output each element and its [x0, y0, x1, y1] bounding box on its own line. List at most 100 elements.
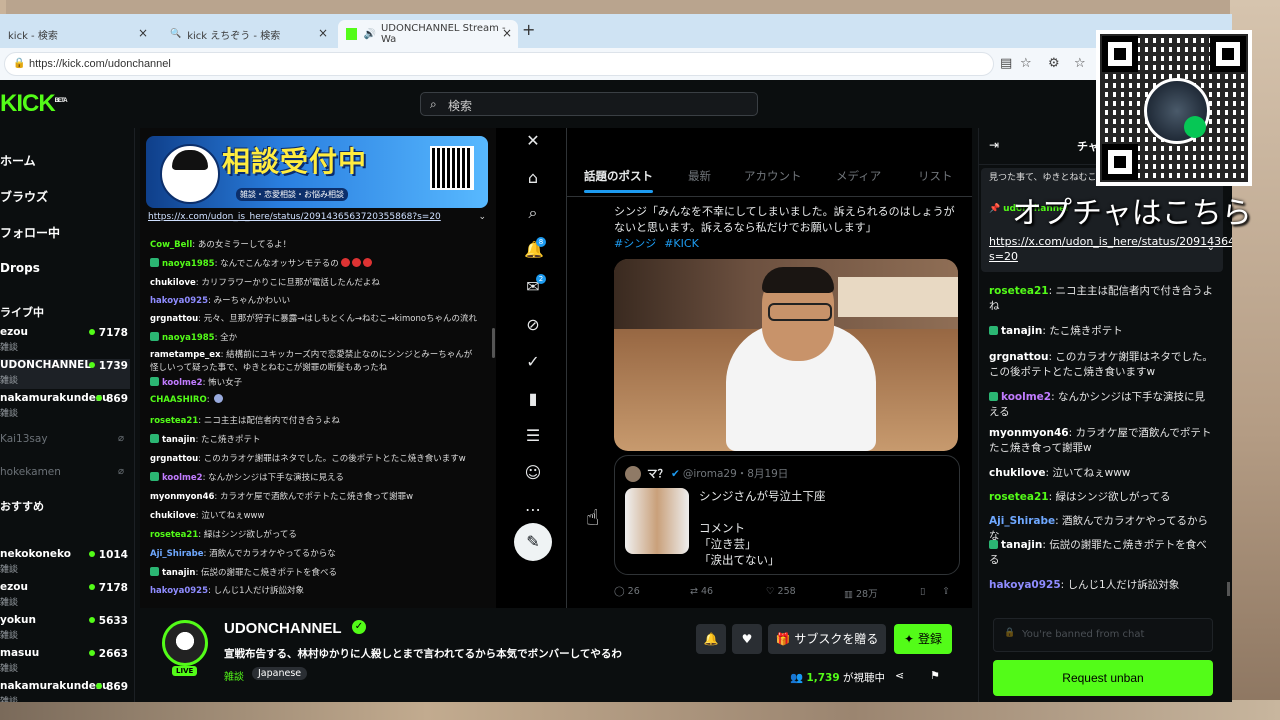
chat-scrollbar[interactable]	[1227, 582, 1230, 596]
chat-username[interactable]: chukilove	[989, 467, 1046, 479]
sidebar-channel[interactable]: ezou 雑談 7178	[0, 581, 130, 611]
tweet-text: シンジ「みんなを不幸にしてしまいました。訴えられるのはしょうがないと思います。訴…	[614, 205, 955, 250]
sidebar-channel-offline[interactable]: hokekamen ⌀	[0, 466, 130, 496]
quoted-author: マ？ ✔ @iroma29・8月19日	[647, 468, 789, 480]
hashtag[interactable]: #KICK	[664, 237, 699, 250]
pinned-link[interactable]: https://x.com/udon_is_here/status/209143…	[989, 234, 1232, 264]
request-unban-button[interactable]: Request unban	[993, 660, 1213, 696]
share-icon[interactable]: ⋖	[895, 669, 904, 682]
chat-username: rametampe_ex	[150, 350, 221, 360]
search-icon[interactable]: ⌕	[524, 204, 542, 222]
message-count: 2	[536, 274, 546, 284]
like-button[interactable]: ♡ 258	[766, 586, 796, 597]
chat-username[interactable]: myonmyon46	[989, 427, 1069, 439]
lock-icon[interactable]: 🔒	[13, 58, 25, 69]
tweet-video-thumbnail[interactable]	[614, 259, 958, 451]
avatar[interactable]	[162, 620, 208, 666]
browser-tab-2[interactable]: 🔍 kick えちぞう - 検索 ×	[162, 20, 334, 48]
reply-button[interactable]: ◯ 26	[614, 586, 640, 597]
chat-text: : 酒飲んでカラオケやってるからな	[203, 549, 336, 559]
subscribe-button[interactable]: ✦ 登録	[894, 624, 952, 654]
video-chat-message: chukilove: 泣いてねぇwww	[150, 509, 264, 521]
address-bar[interactable]: 🔒 https://kick.com/udonchannel	[4, 52, 994, 76]
browser-tab-active[interactable]: 🔊 UDONCHANNEL Stream - Wa ×	[338, 20, 518, 48]
sidebar-channel[interactable]: nakamurakundesu 雑談 869	[0, 680, 130, 702]
hashtag[interactable]: #シンジ	[614, 237, 656, 250]
kick-logo[interactable]: KICKBETA	[0, 90, 68, 118]
bell-icon[interactable]: 🔔 8	[524, 237, 546, 259]
collapse-chat-icon[interactable]: ⇥	[989, 138, 999, 152]
video-chat-message: koolme2: なんかシンジは下手な演技に見える	[150, 471, 344, 483]
follow-heart-button[interactable]: ♥	[732, 624, 762, 654]
new-tab-icon[interactable]: +	[522, 20, 535, 39]
tab-label: kick - 検索	[8, 30, 58, 42]
bookmark-icon[interactable]: ▯	[920, 586, 925, 597]
chat-username[interactable]: tanajin	[1001, 539, 1042, 551]
tab-lists[interactable]: リスト	[918, 168, 953, 184]
browser-tab-1[interactable]: kick - 検索 ×	[0, 20, 154, 48]
subscriber-badge-icon	[150, 377, 159, 386]
sidebar-channel-offline[interactable]: Kai13say ⌀	[0, 433, 130, 463]
sidebar-section-live: ライブ中	[0, 306, 44, 319]
speaker-icon[interactable]: 🔊	[363, 29, 375, 40]
chevron-down-icon[interactable]: ⌄	[1207, 242, 1215, 253]
extensions-icon[interactable]: ⚙	[1048, 56, 1060, 71]
close-icon[interactable]: ×	[138, 26, 148, 40]
profile-icon[interactable]: ☺	[524, 464, 542, 482]
bookmark-icon[interactable]: ▮	[524, 390, 542, 408]
sidebar-channel[interactable]: nakamurakundesu 雑談 869	[0, 392, 130, 422]
avatar	[625, 466, 641, 482]
sidebar-channel-active[interactable]: UDONCHANNEL 雑談 1739	[0, 359, 130, 389]
chat-username[interactable]: grgnattou	[989, 351, 1049, 363]
sidebar-channel[interactable]: masuu 雑談 2663	[0, 647, 130, 677]
sidebar-channel[interactable]: yokun 雑談 5633	[0, 614, 130, 644]
sidebar-channel[interactable]: ezou 雑談 7178	[0, 326, 130, 356]
grok-icon[interactable]: ⊘	[524, 316, 542, 334]
notification-bell-button[interactable]: 🔔	[696, 624, 726, 654]
subscriber-badge-icon	[150, 332, 159, 341]
lists-icon[interactable]: ☰	[524, 427, 542, 445]
address-bar-row: 🔒 https://kick.com/udonchannel ▤ ☆ ⚙ ☆	[0, 48, 1232, 80]
tab-media[interactable]: メディア	[836, 168, 881, 184]
tab-latest[interactable]: 最新	[688, 168, 711, 184]
close-icon[interactable]: ×	[502, 26, 512, 40]
tab-accounts[interactable]: アカウント	[744, 168, 802, 184]
sidebar-item-drops[interactable]: Drops	[0, 261, 40, 275]
chat-username: rosetea21	[150, 530, 199, 540]
video-chat-message: grgnattou: このカラオケ謝罪はネタでした。この後ポテトとたこ焼き食いま…	[150, 452, 466, 464]
video-player[interactable]: 相談受付中 雑談・恋愛相談・お悩み相談 https://x.com/udon_i…	[140, 128, 972, 608]
gift-subscription-button[interactable]: 🎁 サブスクを贈る	[768, 624, 886, 654]
compose-icon[interactable]: ✎	[514, 523, 552, 561]
chat-input[interactable]: You're banned from chat	[993, 618, 1213, 652]
sidebar-item-following[interactable]: フォロー中	[0, 224, 60, 241]
search-bar[interactable]: ⌕ 検索	[420, 92, 758, 116]
views-button[interactable]: ▥ 28万	[844, 586, 878, 600]
repost-button[interactable]: ⇄ 46	[690, 586, 713, 597]
favorites-icon[interactable]: ☆	[1074, 56, 1086, 71]
chat-username[interactable]: tanajin	[1001, 325, 1042, 337]
quoted-tweet[interactable]: マ？ ✔ @iroma29・8月19日 シンジさんが号泣土下座 コメント 「泣き芸」…	[614, 455, 960, 575]
share-icon[interactable]: ⇪	[942, 586, 950, 597]
chat-username[interactable]: hakoya0925	[989, 579, 1061, 591]
tab-top[interactable]: 話題のポスト	[584, 168, 653, 193]
x-logo-icon[interactable]: ✕	[524, 132, 542, 150]
reader-view-icon[interactable]: ▤	[1000, 56, 1012, 71]
chat-username[interactable]: rosetea21	[989, 491, 1049, 503]
favorite-star-icon[interactable]: ☆	[1020, 56, 1032, 71]
more-icon[interactable]: ⋯	[524, 501, 542, 519]
sidebar-item-browse[interactable]: ブラウズ	[0, 188, 48, 205]
chat-username[interactable]: koolme2	[1001, 391, 1051, 403]
sidebar-item-home[interactable]: ホーム	[0, 152, 36, 169]
chat-username[interactable]: rosetea21	[989, 285, 1049, 297]
message-icon[interactable]: ✉ 2	[524, 274, 546, 296]
close-icon[interactable]: ×	[318, 26, 328, 40]
category-link[interactable]: 雑談	[224, 668, 244, 683]
home-icon[interactable]: ⌂	[524, 169, 542, 187]
verified-icon[interactable]: ✓	[524, 353, 542, 371]
language-tag[interactable]: Japanese	[252, 667, 308, 680]
chat-username[interactable]: Aji_Shirabe	[989, 515, 1055, 527]
sidebar-channel[interactable]: nekokoneko 雑談 1014	[0, 548, 130, 578]
channel-name[interactable]: UDONCHANNEL	[224, 620, 342, 637]
chat-text: : カラオケ屋で酒飲んでポテトたこ焼き食って謝罪w	[214, 492, 414, 502]
report-icon[interactable]: ⚑	[930, 669, 940, 682]
